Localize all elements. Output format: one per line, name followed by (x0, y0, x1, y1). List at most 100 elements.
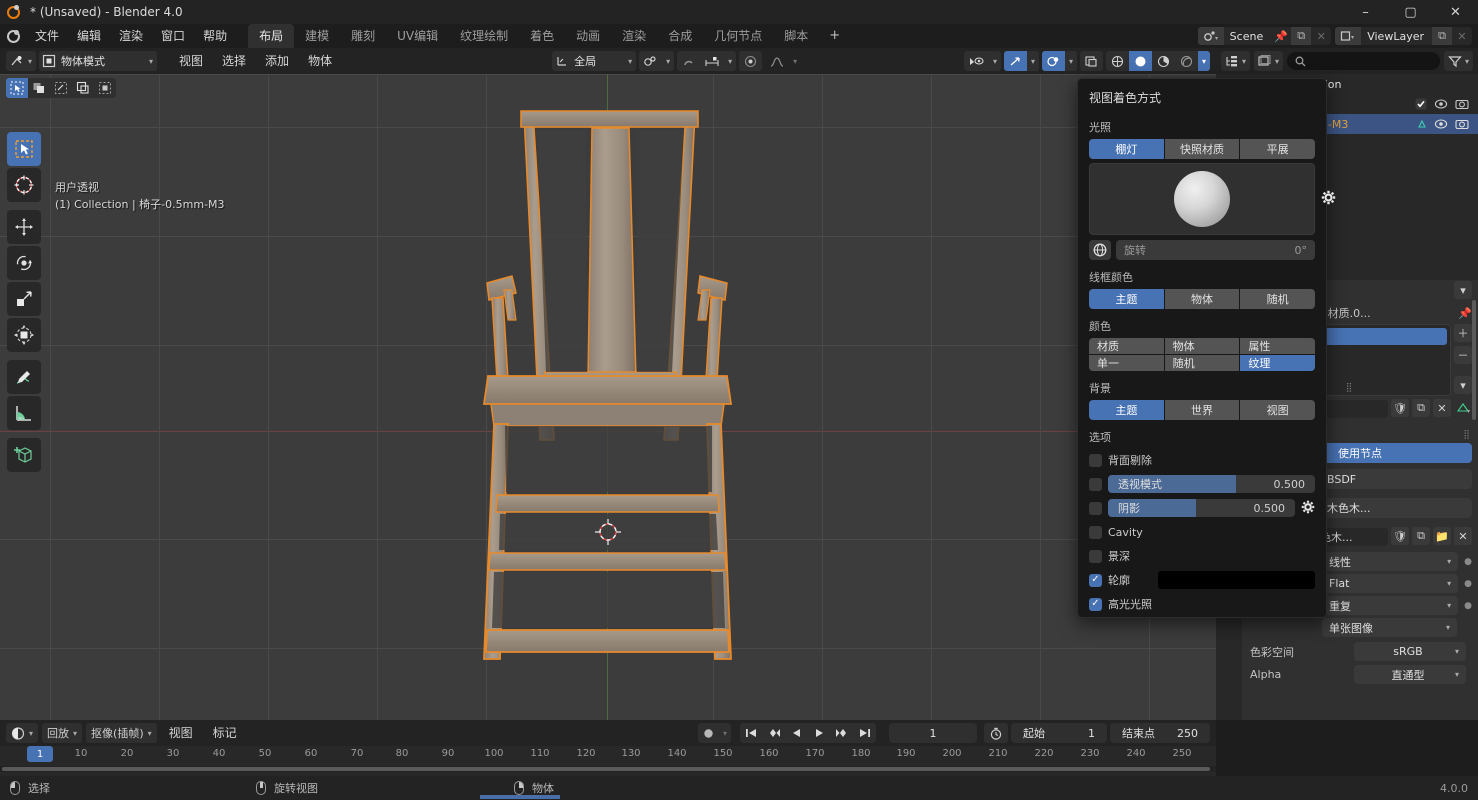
current-frame-field[interactable]: 1 (889, 723, 977, 743)
menu-help[interactable]: 帮助 (194, 25, 236, 47)
properties-scrollbar[interactable] (1472, 300, 1476, 420)
fake-user-button[interactable]: 🛡 (1391, 527, 1409, 545)
keying-menu-button[interactable]: 抠像(插帧) ▾ (86, 723, 157, 743)
source-dropdown[interactable]: 单张图像 ▾ (1322, 618, 1457, 637)
tool-tweak[interactable] (7, 132, 41, 166)
chevron-down-icon[interactable]: ▾ (724, 51, 736, 71)
animate-property-dot-icon[interactable]: ● (1464, 579, 1472, 589)
play-button[interactable] (808, 723, 830, 743)
shadow-settings-button[interactable] (1301, 500, 1315, 517)
shading-material-button[interactable] (1152, 51, 1175, 71)
delete-viewlayer-icon[interactable]: ✕ (1452, 27, 1472, 45)
open-image-button[interactable]: 📁 (1433, 527, 1451, 545)
material-link-selector[interactable]: ▾ (1454, 399, 1472, 417)
outline-row[interactable]: 轮廓 (1089, 571, 1315, 589)
menu-file[interactable]: 文件 (26, 25, 68, 47)
editor-type-button[interactable]: ▾ (6, 51, 37, 71)
tweak-select-icon[interactable] (6, 78, 28, 98)
animate-property-dot-icon[interactable]: ● (1464, 557, 1472, 567)
properties-options-button[interactable]: ▾ (1454, 281, 1472, 299)
specular-row[interactable]: 高光光照 (1089, 595, 1315, 613)
outliner-filter-button[interactable]: ▾ (1443, 51, 1473, 71)
camera-icon[interactable] (1455, 98, 1469, 110)
select-box-alt-icon[interactable] (94, 78, 116, 98)
colorspace-dropdown[interactable]: sRGB ▾ (1354, 642, 1466, 661)
timeline-menu-marker[interactable]: 标记 (205, 723, 245, 743)
snapping-group[interactable]: ▾ (677, 51, 737, 71)
snap-magnet-icon[interactable] (677, 51, 700, 71)
shadow-slider[interactable]: 阴影 0.500 (1108, 499, 1295, 517)
color-option-object[interactable]: 物体 (1164, 338, 1240, 354)
pivot-point-selector[interactable]: ▾ (639, 51, 675, 71)
menu-render[interactable]: 渲染 (110, 25, 152, 47)
prev-keyframe-button[interactable] (762, 723, 786, 743)
workspace-tab-layout[interactable]: 布局 (248, 24, 295, 48)
delete-scene-icon[interactable]: ✕ (1311, 27, 1331, 45)
timeline-scrollbar-track[interactable] (0, 766, 1216, 772)
animate-property-dot-icon[interactable]: ● (1464, 601, 1472, 611)
shading-wireframe-button[interactable] (1106, 51, 1129, 71)
workspace-tab-animation[interactable]: 动画 (565, 24, 611, 48)
shadow-checkbox[interactable] (1089, 501, 1102, 515)
jump-to-start-button[interactable] (740, 723, 762, 743)
tool-add-cube[interactable] (7, 438, 41, 472)
workspace-tab-geonodes[interactable]: 几何节点 (703, 24, 773, 48)
overlays-icon[interactable] (1041, 51, 1065, 71)
tool-scale[interactable] (7, 282, 41, 316)
background-world[interactable]: 世界 (1164, 400, 1240, 420)
tool-annotate[interactable] (7, 360, 41, 394)
next-keyframe-button[interactable] (830, 723, 854, 743)
studiolight-settings-button[interactable] (1321, 190, 1336, 208)
tool-cursor[interactable] (7, 168, 41, 202)
background-theme[interactable]: 主题 (1089, 400, 1164, 420)
studiolight-preview[interactable] (1089, 163, 1336, 235)
backface-culling-checkbox[interactable] (1089, 453, 1102, 467)
outliner-display-mode-button[interactable]: ▾ (1254, 51, 1284, 71)
workspace-tab-modeling[interactable]: 建模 (294, 24, 340, 48)
tool-rotate[interactable] (7, 246, 41, 280)
viewlayer-selector[interactable]: ▾ ViewLayer ⧉ ✕ (1335, 27, 1472, 45)
add-workspace-button[interactable]: + (819, 24, 850, 48)
tool-move[interactable] (7, 210, 41, 244)
tool-transform[interactable] (7, 318, 41, 352)
wire-color-theme[interactable]: 主题 (1089, 289, 1164, 309)
use-preview-range-button[interactable] (984, 723, 1008, 743)
chevron-down-icon[interactable]: ▾ (662, 51, 674, 71)
eye-cursor-icon[interactable] (964, 51, 989, 71)
workspace-tab-compositing[interactable]: 合成 (657, 24, 703, 48)
cavity-row[interactable]: Cavity (1089, 523, 1315, 541)
cavity-checkbox[interactable] (1089, 525, 1102, 539)
breadcrumb-material[interactable]: 材质.0... (1328, 305, 1371, 321)
workspace-tab-sculpting[interactable]: 雕刻 (340, 24, 386, 48)
workspace-tab-shading[interactable]: 着色 (519, 24, 565, 48)
falloff-curve-icon[interactable] (765, 51, 789, 71)
chevron-down-icon[interactable]: ▾ (1065, 51, 1077, 71)
xray-toggle-group[interactable] (1079, 51, 1103, 71)
color-option-random[interactable]: 随机 (1164, 355, 1240, 371)
xray-checkbox[interactable] (1089, 477, 1102, 491)
timeline-editor-type-button[interactable]: ▾ (6, 723, 39, 743)
lasso-select-icon[interactable] (72, 78, 94, 98)
falloff-selector[interactable]: ▾ (765, 51, 801, 71)
maximize-button[interactable]: ▢ (1388, 0, 1433, 24)
xray-row[interactable]: 透视模式 0.500 (1089, 475, 1315, 493)
color-option-texture[interactable]: 纹理 (1240, 355, 1315, 371)
timeline-scrollbar-thumb[interactable] (2, 767, 1210, 771)
eye-icon[interactable] (1434, 98, 1448, 110)
interpolation-dropdown[interactable]: 线性 ▾ (1322, 552, 1459, 571)
pivot-icon[interactable] (639, 51, 662, 71)
chevron-down-icon[interactable]: ▾ (789, 51, 801, 71)
workspace-tab-uvediting[interactable]: UV编辑 (386, 24, 449, 48)
checkbox-icon[interactable] (1415, 98, 1427, 110)
snap-target-icon[interactable] (700, 51, 724, 71)
projection-dropdown[interactable]: Flat ▾ (1322, 574, 1459, 593)
color-option-attribute[interactable]: 属性 (1240, 338, 1315, 354)
chair-model[interactable] (0, 74, 1216, 720)
close-button[interactable]: ✕ (1433, 0, 1478, 24)
interaction-mode-selector[interactable]: 物体模式 ▾ (39, 51, 158, 71)
specular-checkbox[interactable] (1089, 597, 1102, 611)
auto-keying-group[interactable]: ▾ (697, 723, 731, 743)
dof-checkbox[interactable] (1089, 549, 1102, 563)
timeline-playhead[interactable]: 1 (27, 746, 53, 762)
workspace-tab-texturepaint[interactable]: 纹理绘制 (449, 24, 519, 48)
